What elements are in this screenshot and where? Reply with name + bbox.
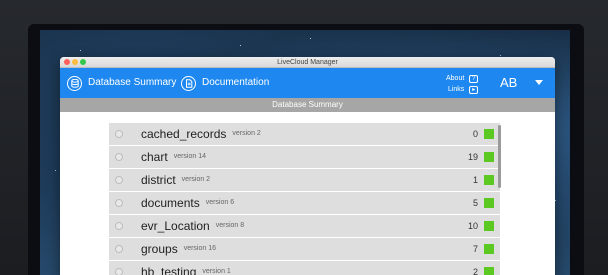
row-select-checkbox[interactable] bbox=[115, 153, 123, 161]
database-icon bbox=[67, 75, 82, 91]
nav-documentation-label: Documentation bbox=[202, 77, 270, 88]
table-version: version 2 bbox=[232, 130, 261, 137]
nav-database-summary[interactable]: Database Summary bbox=[67, 74, 176, 92]
status-indicator bbox=[484, 221, 494, 231]
list-item[interactable]: hb_testing version 1 2 bbox=[109, 261, 500, 275]
table-version: version 1 bbox=[202, 268, 231, 275]
table-version: version 14 bbox=[173, 153, 206, 160]
table-name: documents bbox=[141, 196, 200, 210]
table-version: version 16 bbox=[183, 245, 216, 252]
list-item[interactable]: evr_Location version 8 10 bbox=[109, 215, 500, 237]
table-version: version 8 bbox=[215, 222, 245, 229]
row-select-checkbox[interactable] bbox=[115, 176, 123, 184]
about-link[interactable]: About ? bbox=[446, 73, 479, 84]
row-select-checkbox[interactable] bbox=[115, 222, 123, 230]
arrow-right-icon: ▸ bbox=[469, 85, 479, 94]
table-version: version 6 bbox=[205, 199, 235, 206]
table-list: cached_records version 2 0 chart version… bbox=[109, 123, 500, 275]
window-title: LiveCloud Manager bbox=[277, 59, 338, 66]
chevron-down-icon[interactable] bbox=[535, 80, 543, 85]
status-indicator bbox=[484, 244, 494, 254]
list-scrollbar[interactable] bbox=[498, 125, 501, 188]
table-name: hb_testing bbox=[141, 265, 197, 275]
links-label: Links bbox=[447, 86, 465, 93]
list-item[interactable]: cached_records version 2 0 bbox=[109, 123, 500, 145]
help-links: About ? Links ▸ bbox=[446, 73, 479, 95]
links-link[interactable]: Links ▸ bbox=[446, 84, 479, 95]
list-item[interactable]: documents version 6 5 bbox=[109, 192, 500, 214]
table-name: groups bbox=[141, 242, 178, 256]
table-name: district bbox=[141, 173, 176, 187]
window-titlebar[interactable]: LiveCloud Manager bbox=[60, 57, 555, 68]
table-version: version 2 bbox=[181, 176, 211, 183]
status-indicator bbox=[484, 175, 494, 185]
help-icon: ? bbox=[469, 74, 479, 83]
about-label: About bbox=[446, 75, 465, 82]
list-item[interactable]: groups version 16 7 bbox=[109, 238, 500, 260]
document-icon bbox=[181, 75, 196, 91]
row-select-checkbox[interactable] bbox=[115, 245, 123, 253]
list-item[interactable]: district version 2 1 bbox=[109, 169, 500, 191]
user-avatar[interactable]: AB bbox=[500, 75, 517, 91]
row-select-checkbox[interactable] bbox=[115, 268, 123, 275]
status-indicator bbox=[484, 198, 494, 208]
nav-database-summary-label: Database Summary bbox=[88, 77, 177, 88]
status-indicator bbox=[484, 267, 494, 275]
row-select-checkbox[interactable] bbox=[115, 199, 123, 207]
page-title: Database Summary bbox=[60, 98, 555, 112]
row-select-checkbox[interactable] bbox=[115, 130, 123, 138]
record-count: 2 bbox=[472, 267, 478, 275]
record-count: 5 bbox=[472, 198, 478, 208]
record-count: 10 bbox=[467, 221, 478, 231]
status-indicator bbox=[484, 129, 494, 139]
record-count: 0 bbox=[472, 129, 478, 139]
app-toolbar: Database Summary Documentation About ? L… bbox=[60, 68, 555, 98]
app-window: LiveCloud Manager Database Summary Docum… bbox=[60, 57, 555, 275]
list-item[interactable]: chart version 14 19 bbox=[109, 146, 500, 168]
table-name: evr_Location bbox=[141, 219, 210, 233]
table-name: chart bbox=[141, 150, 168, 164]
record-count: 19 bbox=[467, 152, 478, 162]
record-count: 7 bbox=[472, 244, 478, 254]
record-count: 1 bbox=[472, 175, 478, 185]
table-name: cached_records bbox=[141, 127, 227, 141]
nav-documentation[interactable]: Documentation bbox=[181, 74, 269, 92]
status-indicator bbox=[484, 152, 494, 162]
